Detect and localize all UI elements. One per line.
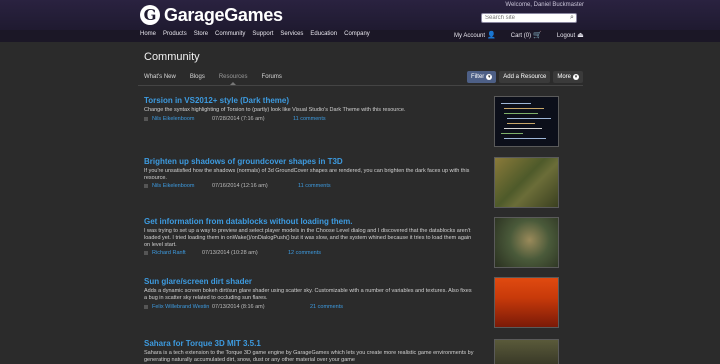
resource-meta: Felix Willebrand Westin 07/13/2014 (8:16… <box>144 304 343 310</box>
resource-meta: Richard Ranft 07/13/2014 (10:28 am) 12 c… <box>144 250 321 256</box>
author-avatar <box>144 117 148 121</box>
community-tabbar: What's New Blogs Resources Forums Filter… <box>138 71 583 86</box>
resource-author[interactable]: Felix Willebrand Westin <box>152 304 209 310</box>
cart-link[interactable]: Cart (0) 🛒 <box>511 31 542 39</box>
resource-item: Torsion in VS2012+ style (Dark theme) Ch… <box>144 96 584 156</box>
author-avatar <box>144 184 148 188</box>
resource-comments[interactable]: 11 comments <box>298 183 331 189</box>
resource-author[interactable]: Nils Eikelenboom <box>152 116 195 122</box>
nav-support[interactable]: Support <box>252 31 273 37</box>
resource-date: 07/16/2014 (12:16 am) <box>212 183 268 189</box>
resource-title[interactable]: Brighten up shadows of groundcover shape… <box>144 157 343 166</box>
eject-icon: ⏏ <box>577 32 584 39</box>
page-title: Community <box>144 51 200 63</box>
resource-description: Change the syntax highlighting of Torsio… <box>144 107 406 113</box>
logout-link[interactable]: Logout ⏏ <box>557 31 584 39</box>
resource-author[interactable]: Richard Ranft <box>152 250 186 256</box>
resource-meta: Nils Eikelenboom 07/28/2014 (7:16 am) 11… <box>144 116 326 122</box>
resource-description: If you're unsatisfied how the shadows (n… <box>144 168 470 181</box>
resource-thumbnail[interactable] <box>494 339 559 364</box>
filter-label: Filter <box>470 74 485 80</box>
resource-title[interactable]: Get information from datablocks without … <box>144 217 352 226</box>
nav-services[interactable]: Services <box>280 31 303 37</box>
nav-education[interactable]: Education <box>310 31 337 37</box>
filter-button[interactable]: Filter ▾ <box>466 71 497 83</box>
tab-forums[interactable]: Forums <box>262 74 282 80</box>
tab-blogs[interactable]: Blogs <box>190 74 205 80</box>
resource-title[interactable]: Sahara for Torque 3D MIT 3.5.1 <box>144 339 261 348</box>
add-resource-label: Add a Resource <box>503 74 547 80</box>
cart-count: (0) <box>523 33 532 39</box>
logout-label: Logout <box>556 33 576 39</box>
resource-date: 07/13/2014 (8:16 am) <box>212 304 265 310</box>
resource-date: 07/28/2014 (7:16 am) <box>212 116 265 122</box>
resource-item: Brighten up shadows of groundcover shape… <box>144 157 584 217</box>
resource-item: Sun glare/screen dirt shader Adds a dyna… <box>144 277 584 337</box>
cart-label: Cart <box>510 33 523 39</box>
nav-home[interactable]: Home <box>140 31 156 37</box>
resource-comments[interactable]: 11 comments <box>293 116 326 122</box>
resource-description: I was trying to set up a way to preview … <box>144 228 472 248</box>
chevron-down-icon: ▾ <box>573 74 579 80</box>
resource-thumbnail[interactable] <box>494 96 559 147</box>
logo-g-icon: G <box>140 5 160 25</box>
tab-resources[interactable]: Resources <box>219 74 248 85</box>
tab-whats-new[interactable]: What's New <box>144 74 176 80</box>
resource-description: Adds a dynamic screen bokeh dirt/sun gla… <box>144 288 472 301</box>
author-avatar <box>144 305 148 309</box>
resource-thumbnail[interactable] <box>494 217 559 268</box>
nav-products[interactable]: Products <box>163 31 187 37</box>
my-account-link[interactable]: My Account 👤 <box>454 31 496 39</box>
user-icon: 👤 <box>487 32 496 39</box>
resource-date: 07/13/2014 (10:28 am) <box>202 250 258 256</box>
cart-icon: 🛒 <box>533 32 542 39</box>
nav-store[interactable]: Store <box>194 31 208 37</box>
resource-title[interactable]: Torsion in VS2012+ style (Dark theme) <box>144 96 289 105</box>
add-resource-button[interactable]: Add a Resource <box>499 71 551 83</box>
more-button[interactable]: More ▾ <box>553 71 583 83</box>
nav-community[interactable]: Community <box>215 31 245 37</box>
my-account-label: My Account <box>454 33 486 39</box>
resource-comments[interactable]: 12 comments <box>288 250 321 256</box>
nav-company[interactable]: Company <box>344 31 370 37</box>
more-label: More <box>557 74 571 80</box>
top-header: G GarageGames Welcome, Daniel Buckmaster… <box>0 0 720 30</box>
resource-comments[interactable]: 21 comments <box>310 304 343 310</box>
resource-thumbnail[interactable] <box>494 277 559 328</box>
brand-name: GarageGames <box>164 4 283 25</box>
search-icon[interactable]: ⌕ <box>568 14 576 22</box>
author-avatar <box>144 251 148 255</box>
chevron-down-icon: ▾ <box>486 74 493 80</box>
resource-meta: Nils Eikelenboom 07/16/2014 (12:16 am) 1… <box>144 183 331 189</box>
garagegames-logo[interactable]: G GarageGames <box>140 3 283 27</box>
main-nav: Home Products Store Community Support Se… <box>0 30 720 42</box>
resource-item: Get information from datablocks without … <box>144 217 584 277</box>
resource-title[interactable]: Sun glare/screen dirt shader <box>144 277 252 286</box>
resource-thumbnail[interactable] <box>494 157 559 208</box>
resource-item: Sahara for Torque 3D MIT 3.5.1 Sahara is… <box>144 339 584 364</box>
welcome-text: Welcome, Daniel Buckmaster <box>505 2 584 8</box>
resource-author[interactable]: Nils Eikelenboom <box>152 183 195 189</box>
search-input[interactable] <box>481 13 577 23</box>
